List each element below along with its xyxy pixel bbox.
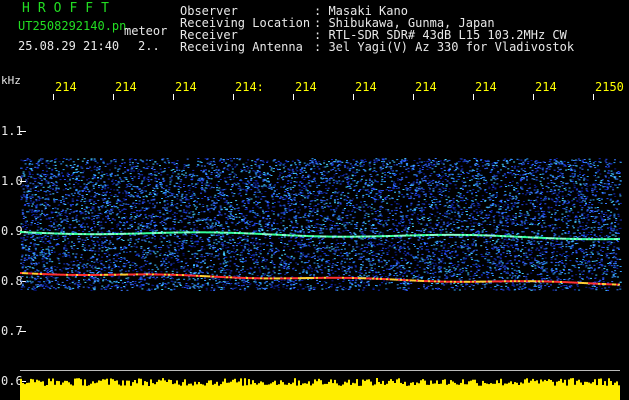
spectrogram — [20, 158, 622, 400]
app-title: HROFFT — [22, 1, 117, 16]
page-indicator: 2.. — [138, 39, 160, 53]
filename: UT2508292140.pn — [18, 19, 127, 33]
time-tick-0: 214 — [55, 80, 77, 94]
time-tick-3: 214: — [235, 80, 264, 94]
mode-label: meteor — [124, 24, 168, 38]
time-tick-1: 214 — [115, 80, 137, 94]
time-tick-7: 214 — [475, 80, 497, 94]
time-tick-5: 214 — [355, 80, 377, 94]
antenna-value: : 3el Yagi(V) Az 330 for Vladivostok — [314, 40, 575, 54]
datetime: 25.08.29 21:40 — [18, 39, 120, 53]
time-tick-9: 2150 — [595, 80, 624, 94]
freq-unit-label: kHz — [1, 74, 21, 87]
time-tick-6: 214 — [415, 80, 437, 94]
antenna-label: Receiving Antenna — [180, 40, 303, 54]
time-tick-8: 214 — [535, 80, 557, 94]
time-tick-2: 214 — [175, 80, 197, 94]
time-tick-4: 214 — [295, 80, 317, 94]
